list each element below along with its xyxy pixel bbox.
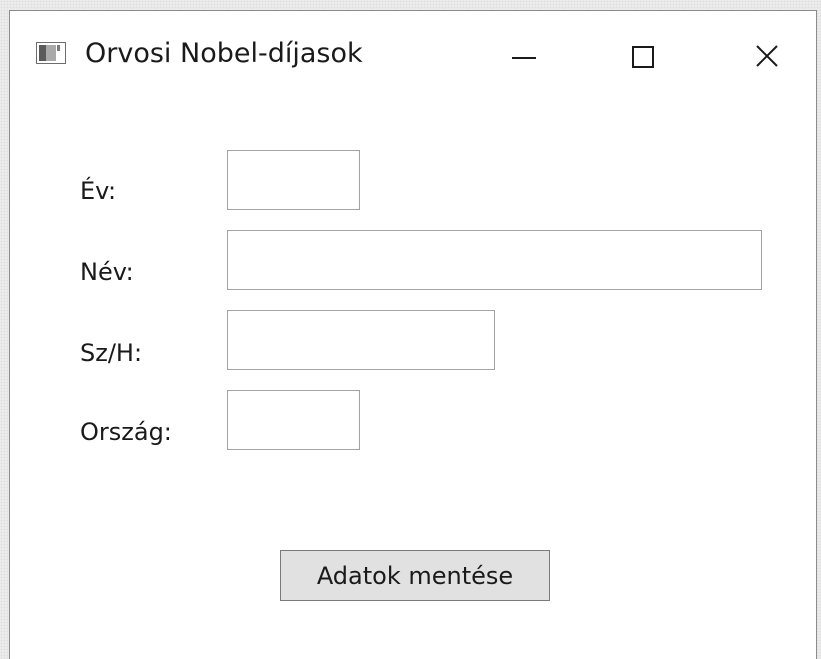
close-button[interactable] bbox=[737, 33, 797, 79]
window-title: Orvosi Nobel-díjasok bbox=[85, 38, 363, 69]
desktop-background: Orvosi Nobel-díjasok Év: Név: Sz/H: Orsz… bbox=[0, 0, 821, 659]
maximize-icon bbox=[632, 46, 654, 68]
maximize-button[interactable] bbox=[614, 33, 674, 79]
close-icon bbox=[756, 45, 778, 67]
app-icon bbox=[36, 42, 66, 64]
birth-death-field[interactable] bbox=[227, 310, 495, 370]
country-label: Ország: bbox=[80, 418, 172, 446]
year-field[interactable] bbox=[227, 150, 360, 210]
country-field[interactable] bbox=[227, 390, 360, 450]
year-label: Év: bbox=[80, 177, 117, 205]
birth-death-label: Sz/H: bbox=[80, 339, 143, 367]
name-label: Név: bbox=[80, 258, 134, 286]
title-bar[interactable]: Orvosi Nobel-díjasok bbox=[10, 11, 816, 103]
save-data-button[interactable]: Adatok mentése bbox=[280, 550, 550, 601]
app-window: Orvosi Nobel-díjasok Év: Név: Sz/H: Orsz… bbox=[9, 10, 817, 659]
name-field[interactable] bbox=[227, 230, 762, 290]
minimize-icon bbox=[512, 57, 536, 59]
minimize-button[interactable] bbox=[494, 33, 554, 79]
